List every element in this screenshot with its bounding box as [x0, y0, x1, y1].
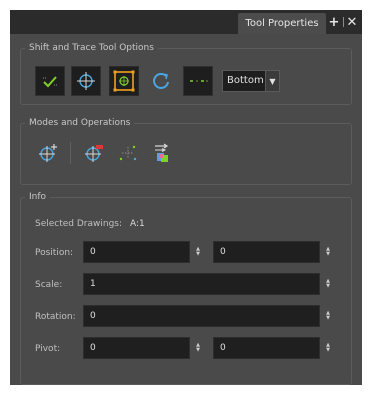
swap-button[interactable] — [147, 138, 177, 168]
rotation-label: Rotation: — [35, 312, 76, 322]
rotation-value: 0 — [90, 311, 96, 321]
position-select[interactable]: Bottom ▼ — [222, 70, 280, 92]
add-panel-button[interactable]: + — [328, 14, 340, 30]
title-bar: Tool Properties + ✕ — [10, 10, 362, 34]
pivot-y-field[interactable]: 0 — [213, 337, 320, 359]
swap-layers-icon — [155, 143, 169, 162]
pivot-y-value: 0 — [220, 343, 226, 353]
rotate-icon — [153, 73, 169, 89]
pivot-mode-button[interactable] — [33, 138, 63, 168]
position-select-value: Bottom — [227, 75, 264, 86]
chevron-down-icon: ▼ — [326, 315, 330, 321]
tracing-mode-button[interactable] — [183, 66, 213, 96]
modes-title: Modes and Operations — [25, 117, 135, 129]
scale-value: 1 — [90, 279, 96, 289]
check-onion-icon — [43, 76, 57, 88]
modes-group: Modes and Operations — [20, 117, 352, 185]
chevron-down-icon[interactable]: ▼ — [265, 71, 279, 91]
position-x-stepper[interactable]: ▲ ▼ — [194, 245, 202, 259]
pivot-y-stepper[interactable]: ▲ ▼ — [324, 341, 332, 355]
scale-label: Scale: — [35, 280, 63, 290]
crosshair-flag-icon — [85, 145, 103, 162]
chevron-down-icon: ▼ — [326, 251, 330, 257]
tool-properties-window: Tool Properties + ✕ Shift and Trace Tool… — [10, 10, 362, 385]
rotation-stepper[interactable]: ▲ ▼ — [324, 309, 332, 323]
rotation-field[interactable]: 0 — [83, 305, 320, 327]
chevron-down-icon: ▼ — [196, 347, 200, 353]
tab-tool-properties[interactable]: Tool Properties — [238, 13, 326, 34]
position-x-field[interactable]: 0 — [83, 241, 190, 263]
close-icon: ✕ — [346, 14, 358, 30]
panel-body: Shift and Trace Tool Options Bottom ▼ Mo… — [10, 34, 362, 385]
chevron-down-icon: ▼ — [326, 347, 330, 353]
dotted-path-icon — [119, 145, 137, 161]
pivot-x-field[interactable]: 0 — [83, 337, 190, 359]
pivot-label: Pivot: — [35, 344, 61, 354]
reset-all-button[interactable] — [146, 66, 176, 96]
info-title: Info — [25, 191, 51, 203]
dash-dot-icon — [190, 80, 208, 82]
position-y-value: 0 — [220, 247, 226, 257]
pivot-crosshair-icon — [39, 144, 57, 162]
frame-target-icon — [113, 70, 135, 92]
title-separator — [343, 17, 344, 27]
chevron-down-icon: ▼ — [326, 283, 330, 289]
plus-icon: + — [328, 14, 340, 30]
position-x-value: 0 — [90, 247, 96, 257]
pivot-x-value: 0 — [90, 343, 96, 353]
position-y-stepper[interactable]: ▲ ▼ — [324, 245, 332, 259]
position-y-field[interactable]: 0 — [213, 241, 320, 263]
add-reference-button[interactable] — [79, 138, 109, 168]
info-group: Info Selected Drawings: A:1 Position: 0 … — [20, 191, 352, 385]
shift-trace-title: Shift and Trace Tool Options — [25, 42, 158, 54]
reposition-button[interactable] — [71, 66, 101, 96]
scale-field[interactable]: 1 — [83, 273, 320, 295]
scale-stepper[interactable]: ▲ ▼ — [324, 277, 332, 291]
pivot-x-stepper[interactable]: ▲ ▼ — [194, 341, 202, 355]
selected-drawings-label: Selected Drawings: — [35, 219, 123, 229]
reset-button[interactable] — [109, 66, 139, 96]
modes-divider — [70, 142, 71, 164]
shift-trace-group: Shift and Trace Tool Options Bottom ▼ — [20, 42, 352, 105]
show-outline-button[interactable] — [35, 66, 65, 96]
chevron-down-icon: ▼ — [196, 251, 200, 257]
position-label: Position: — [35, 248, 74, 258]
selected-drawings-value: A:1 — [130, 219, 145, 229]
crosshair-icon — [77, 72, 95, 90]
close-panel-button[interactable]: ✕ — [346, 14, 358, 30]
tab-label: Tool Properties — [245, 18, 319, 29]
animate-button[interactable] — [113, 138, 143, 168]
